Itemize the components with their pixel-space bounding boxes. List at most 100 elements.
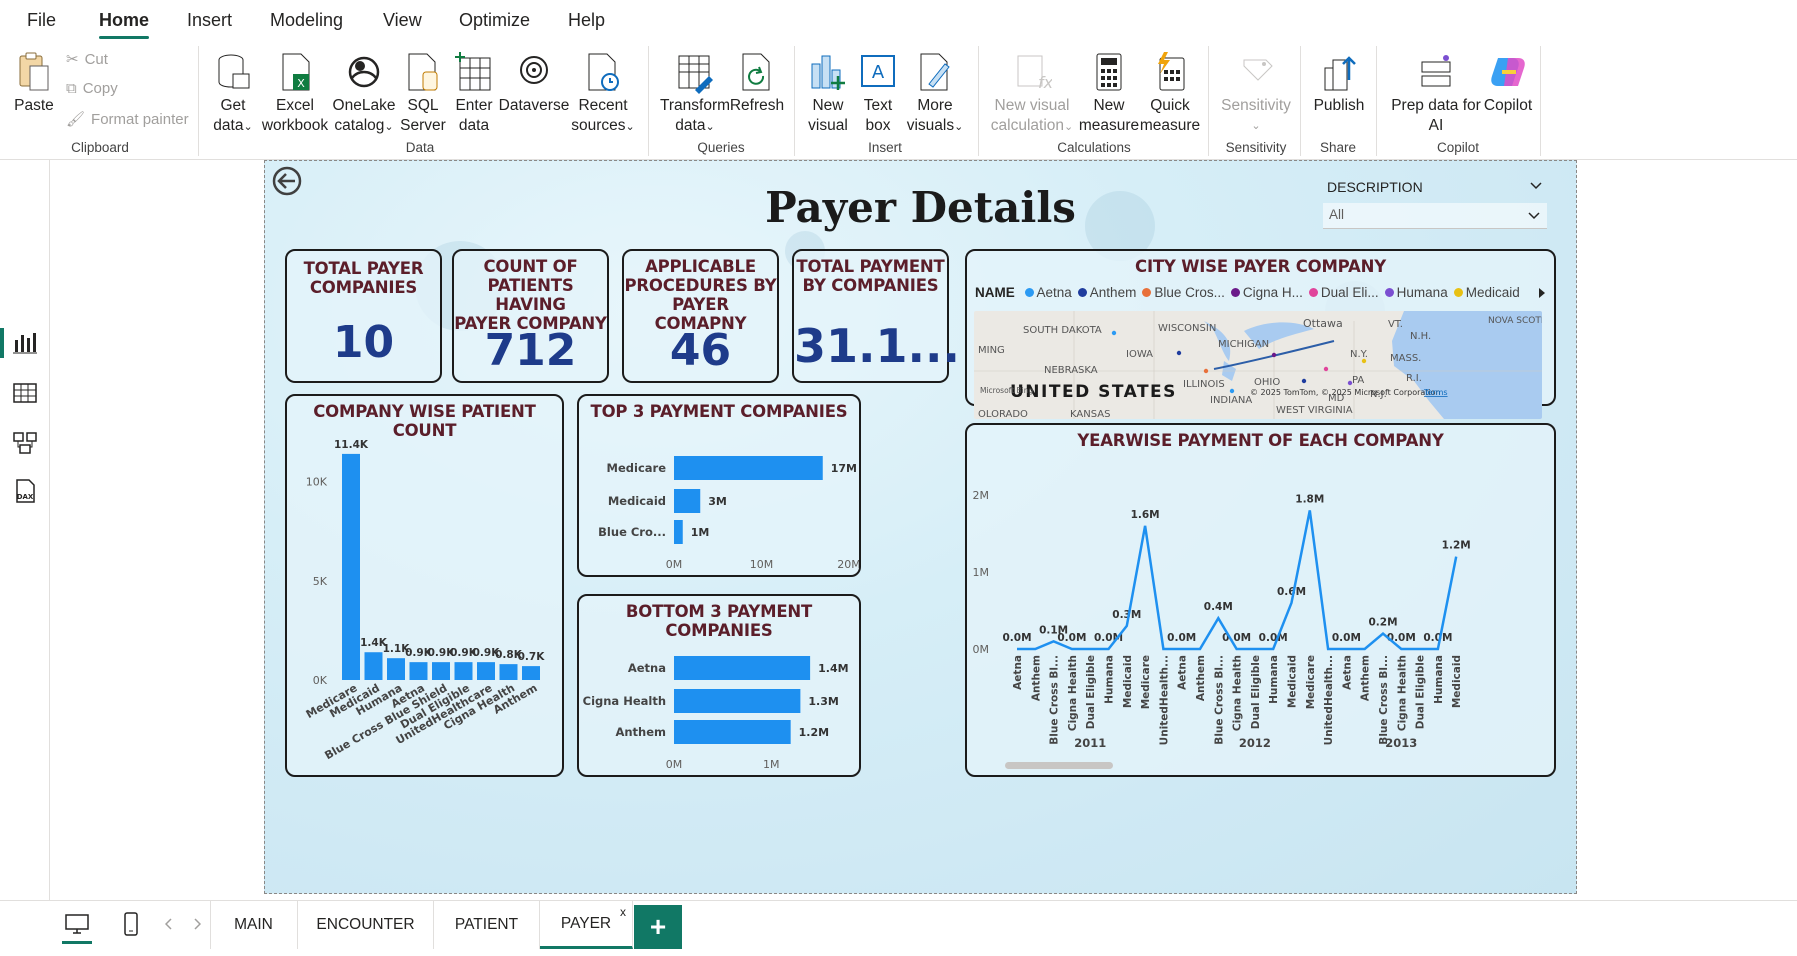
map-marker [1347, 380, 1353, 386]
menu-home[interactable]: Home [99, 10, 149, 31]
publish-button[interactable]: Publish [1308, 50, 1370, 116]
menu-file[interactable]: File [27, 10, 56, 31]
map-card[interactable]: CITY WISE PAYER COMPANY NAME Aetna Anthem… [965, 249, 1556, 419]
transform-label-2-text: data [675, 117, 706, 134]
quick-measure-button[interactable]: Quick measure [1140, 50, 1200, 136]
legend-dot-icon [1308, 288, 1318, 297]
legend-item[interactable]: Dual Eli... [1308, 285, 1379, 300]
close-tab-icon[interactable]: x [620, 905, 626, 919]
legend-next-arrow-icon[interactable] [1538, 287, 1546, 299]
get-data-label-1: Get [220, 97, 246, 114]
kpi-title: COUNT OF PATIENTS HAVING PAYER COMPANY [454, 257, 607, 333]
page-tabs-bar: MAIN ENCOUNTER PATIENT PAYER x + [0, 900, 1797, 956]
legend-item[interactable]: Anthem [1077, 285, 1137, 300]
tab-main[interactable]: MAIN [210, 901, 298, 949]
kpi-card-total-payer-companies[interactable]: TOTAL PAYER COMPANIES 10 [285, 249, 442, 383]
excel-workbook-button[interactable]: X Excel workbook [260, 50, 330, 136]
top3-payment-card[interactable]: TOP 3 PAYMENT COMPANIES Medicare 17M Medic… [577, 394, 861, 577]
menu-optimize[interactable]: Optimize [459, 10, 530, 31]
dax-query-view-icon[interactable]: DAX [12, 478, 38, 504]
map-view[interactable]: SOUTH DAKOTA WISCONSIN MICHIGAN Ottawa VT. N.… [974, 311, 1542, 419]
new-measure-button[interactable]: New measure [1078, 50, 1140, 136]
sql-server-button[interactable]: SQL Server [398, 50, 448, 136]
ribbon-separator [794, 46, 795, 156]
table-view-icon[interactable] [12, 380, 38, 406]
recent-label-2-text: sources [571, 117, 626, 134]
legend-item[interactable]: Humana [1384, 285, 1448, 300]
calculator-icon [1096, 53, 1122, 91]
data-label: 0.4M [1204, 601, 1233, 613]
bottom3-payment-chart: Aetna 1.4M Cigna Health 1.3M Anthem 1.2M 0M 1M [583, 656, 849, 771]
bar [432, 662, 450, 680]
add-page-button[interactable]: + [634, 905, 682, 949]
bottom3-payment-card[interactable]: BOTTOM 3 PAYMENT COMPANIES Aetna 1.4M Cign… [577, 594, 861, 777]
kpi-card-count-of-patients[interactable]: COUNT OF PATIENTS HAVING PAYER COMPANY 712 [452, 249, 609, 383]
kpi-title-line: TOTAL PAYER [303, 259, 424, 278]
onelake-icon [348, 56, 380, 88]
chevron-down-icon[interactable] [1529, 181, 1543, 191]
horizontal-scrollbar[interactable] [1005, 762, 1113, 769]
data-label: 0.7K [518, 651, 546, 663]
report-view-icon[interactable] [12, 330, 38, 356]
excel-label-1: Excel [276, 97, 314, 114]
company-patient-count-chart: 0K5K10K11.4KMedicare1.4KMedicaid1.1KHuma… [304, 439, 546, 762]
mobile-layout-icon[interactable] [122, 911, 140, 937]
recent-sources-button[interactable]: Recent sources⌄ [570, 50, 636, 137]
sql-label-1: SQL [407, 97, 439, 114]
sensitivity-button[interactable]: Sensitivity ⌄ [1218, 50, 1294, 136]
menu-insert[interactable]: Insert [187, 10, 232, 31]
menu-help[interactable]: Help [568, 10, 605, 31]
copilot-button[interactable]: Copilot [1478, 50, 1538, 116]
legend-dot-icon [1384, 288, 1394, 297]
legend-item[interactable]: Medicaid [1453, 285, 1520, 300]
map-label: ILLINOIS [1183, 379, 1225, 390]
legend-item-label: Anthem [1089, 285, 1137, 300]
slicer-dropdown[interactable]: All [1323, 203, 1547, 229]
tab-encounter[interactable]: ENCOUNTER [298, 901, 434, 949]
company-patient-count-card[interactable]: COMPANY WISE PATIENT COUNT 0K 5K 10K 11.4K M… [285, 394, 564, 777]
chevron-left-icon[interactable] [165, 918, 173, 930]
model-view-icon[interactable] [12, 430, 38, 456]
map-label: NOVA SCOTIA [1488, 316, 1542, 326]
data-label: 1M [691, 526, 710, 539]
get-data-button[interactable]: Get data⌄ [208, 50, 258, 137]
legend-item[interactable]: Cigna H... [1230, 285, 1303, 300]
format-painter-button[interactable]: 🖌 Format painter [66, 110, 189, 129]
x-tick-label: Blue Cross Bl... [1049, 655, 1061, 745]
more-visuals-button[interactable]: More visuals⌄ [904, 50, 966, 137]
left-nav: DAX [0, 160, 50, 900]
refresh-button[interactable]: Refresh [730, 50, 784, 116]
legend-item[interactable]: Blue Cros... [1142, 285, 1225, 300]
y-category-label: Anthem [615, 725, 666, 739]
kpi-card-applicable-procedures[interactable]: APPLICABLE PROCEDURES BY PAYER COMAPNY 46 [622, 249, 779, 383]
cut-button[interactable]: ✂ Cut [66, 50, 108, 69]
tab-patient[interactable]: PATIENT [434, 901, 540, 949]
text-box-button[interactable]: A Text box [854, 50, 902, 136]
paste-button[interactable]: Paste [12, 50, 56, 116]
calculations-group-label: Calculations [1057, 140, 1131, 155]
new-visual-button[interactable]: New visual [804, 50, 852, 136]
onelake-catalog-button[interactable]: OneLake catalog⌄ [332, 50, 396, 137]
desktop-layout-icon[interactable] [64, 913, 90, 935]
description-slicer[interactable]: DESCRIPTION All [1323, 169, 1547, 229]
transform-data-button[interactable]: Transform data⌄ [658, 50, 732, 137]
chevron-right-icon[interactable] [193, 918, 201, 930]
legend-item[interactable]: Aetna [1024, 285, 1072, 300]
menu-view[interactable]: View [383, 10, 422, 31]
dataverse-button[interactable]: Dataverse [499, 50, 569, 116]
enter-data-button[interactable]: Enter data [450, 50, 498, 136]
data-label: 1.3M [808, 695, 838, 708]
kpi-card-total-payment[interactable]: TOTAL PAYMENT BY COMPANIES 31.1... [792, 249, 960, 383]
new-visual-calculation-button[interactable]: fx New visual calculation⌄ [988, 50, 1076, 137]
bar [454, 662, 473, 680]
y-tick-label: 5K [313, 575, 328, 588]
chevron-down-icon[interactable] [1527, 211, 1541, 221]
sensitivity-group-label: Sensitivity [1225, 140, 1287, 155]
prep-data-for-ai-button[interactable]: Prep data for AI [1384, 50, 1488, 136]
data-label: 0.0M [1332, 632, 1361, 644]
x-tick-label: Medicaid [1122, 655, 1134, 708]
menu-modeling[interactable]: Modeling [270, 10, 343, 31]
yearwise-payment-card[interactable]: YEARWISE PAYMENT OF EACH COMPANY 0M 1M 2M 0… [965, 423, 1556, 777]
text-box-icon: A [861, 55, 895, 87]
copy-button[interactable]: ⧉ Copy [66, 80, 118, 97]
